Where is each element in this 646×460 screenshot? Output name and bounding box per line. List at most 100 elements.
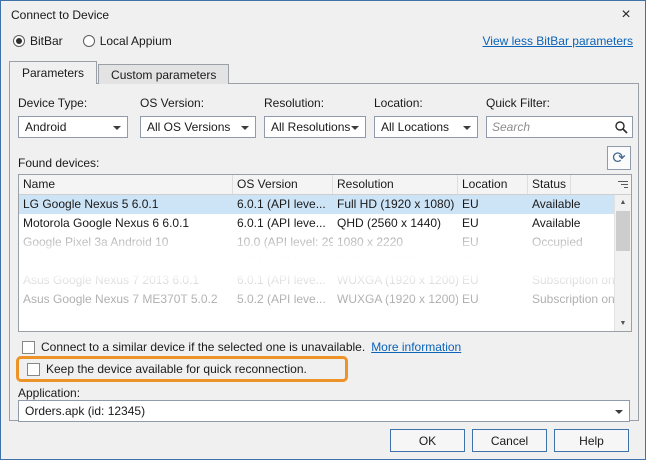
cell-name: Motorola Google Nexus 6 6.0.1 xyxy=(19,214,233,233)
table-row[interactable]: 6.0.1 (API leve...WUXGA (1920 x...EU xyxy=(19,252,631,271)
cell-location: EU xyxy=(458,252,528,271)
location-label: Location: xyxy=(374,96,478,110)
cancel-button[interactable]: Cancel xyxy=(472,429,547,452)
table-row[interactable]: Asus Google Nexus 7 ME370T 5.0.25.0.2 (A… xyxy=(19,290,631,309)
keep-device-label: Keep the device available for quick reco… xyxy=(46,362,307,376)
cell-location: EU xyxy=(458,195,528,214)
cell-resolution: Full HD (1920 x 1080) xyxy=(333,195,458,214)
device-table-body: LG Google Nexus 5 6.0.16.0.1 (API leve..… xyxy=(19,195,631,309)
filter-resolution: Resolution: All Resolutions xyxy=(264,96,366,138)
scroll-down-icon[interactable]: ▼ xyxy=(615,316,631,331)
dialog-buttons: OK Cancel Help xyxy=(390,429,629,452)
resolution-value: All Resolutions xyxy=(271,120,350,134)
column-header-os-version[interactable]: OS Version xyxy=(233,175,333,194)
device-type-dropdown[interactable]: Android xyxy=(18,116,128,138)
os-version-label: OS Version: xyxy=(140,96,256,110)
application-dropdown[interactable]: Orders.apk (id: 12345) xyxy=(18,400,630,422)
cell-resolution: QHD (2560 x 1440) xyxy=(333,214,458,233)
table-row[interactable]: LG Google Nexus 5 6.0.16.0.1 (API leve..… xyxy=(19,195,631,214)
search-icon[interactable] xyxy=(614,120,628,134)
help-button[interactable]: Help xyxy=(554,429,629,452)
table-row[interactable]: Google Pixel 3a Android 1010.0 (API leve… xyxy=(19,233,631,252)
quick-filter-box xyxy=(486,116,633,138)
scroll-up-icon[interactable]: ▲ xyxy=(615,195,631,210)
location-value: All Locations xyxy=(381,120,449,134)
quick-filter-input[interactable] xyxy=(487,120,614,134)
table-row[interactable]: Asus Google Nexus 7 2013 6.0.16.0.1 (API… xyxy=(19,271,631,290)
cell-status xyxy=(528,252,614,271)
cell-os: 6.0.1 (API leve... xyxy=(233,214,333,233)
cell-resolution: WUXGA (1920 x 1200) xyxy=(333,271,458,290)
device-table-header: Name OS Version Resolution Location Stat… xyxy=(19,175,631,195)
cell-status: Available xyxy=(528,195,614,214)
cell-location: EU xyxy=(458,290,528,309)
scrollbar-thumb[interactable] xyxy=(616,211,630,251)
cell-status: Occupied xyxy=(528,233,614,252)
dialog-title: Connect to Device xyxy=(11,8,109,22)
application-label: Application: xyxy=(18,386,80,400)
cell-os: 6.0.1 (API leve... xyxy=(233,195,333,214)
cell-os: 6.0.1 (API leve... xyxy=(233,271,333,290)
cell-name: Google Pixel 3a Android 10 xyxy=(19,233,233,252)
keep-device-option-highlighted: Keep the device available for quick reco… xyxy=(16,356,348,382)
filter-device-type: Device Type: Android xyxy=(18,96,128,138)
cell-resolution: WUXGA (1920 x... xyxy=(333,252,458,271)
refresh-icon: ⟳ xyxy=(612,148,625,168)
device-type-value: Android xyxy=(25,120,66,134)
column-header-location[interactable]: Location xyxy=(458,175,528,194)
similar-device-option: Connect to a similar device if the selec… xyxy=(22,339,461,355)
location-dropdown[interactable]: All Locations xyxy=(374,116,478,138)
sort-filter-icon[interactable] xyxy=(618,181,628,188)
device-type-label: Device Type: xyxy=(18,96,128,110)
cell-os: 5.0.2 (API leve... xyxy=(233,290,333,309)
cell-os: 10.0 (API level: 29) xyxy=(233,233,333,252)
tab-parameters[interactable]: Parameters xyxy=(9,61,97,84)
refresh-devices-button[interactable]: ⟳ xyxy=(607,146,631,170)
column-header-status[interactable]: Status xyxy=(528,175,571,194)
os-version-value: All OS Versions xyxy=(147,120,230,134)
filter-quick: Quick Filter: xyxy=(486,96,633,138)
radio-local-appium[interactable]: Local Appium xyxy=(83,34,172,48)
radio-circle-icon xyxy=(13,35,25,47)
cell-name xyxy=(19,252,233,271)
application-value: Orders.apk (id: 12345) xyxy=(25,404,145,418)
view-less-bitbar-parameters-link[interactable]: View less BitBar parameters xyxy=(482,34,633,48)
cell-status: Subscription only xyxy=(528,290,614,309)
keep-device-checkbox[interactable] xyxy=(27,363,40,376)
resolution-label: Resolution: xyxy=(264,96,366,110)
connect-to-device-dialog: Connect to Device × BitBar Local Appium … xyxy=(0,0,646,460)
filter-os-version: OS Version: All OS Versions xyxy=(140,96,256,138)
resolution-dropdown[interactable]: All Resolutions xyxy=(264,116,366,138)
quick-filter-label: Quick Filter: xyxy=(486,96,633,110)
title-bar: Connect to Device × xyxy=(1,1,645,29)
cell-name: LG Google Nexus 5 6.0.1 xyxy=(19,195,233,214)
cell-resolution: 1080 x 2220 xyxy=(333,233,458,252)
ok-button[interactable]: OK xyxy=(390,429,465,452)
similar-device-checkbox[interactable] xyxy=(22,341,35,354)
found-devices-label: Found devices: xyxy=(18,156,99,170)
cell-name: Asus Google Nexus 7 ME370T 5.0.2 xyxy=(19,290,233,309)
cell-location: EU xyxy=(458,233,528,252)
cell-status: Subscription only xyxy=(528,271,614,290)
column-header-resolution[interactable]: Resolution xyxy=(333,175,458,194)
os-version-dropdown[interactable]: All OS Versions xyxy=(140,116,256,138)
radio-bitbar[interactable]: BitBar xyxy=(13,34,63,48)
cell-resolution: WUXGA (1920 x 1200) xyxy=(333,290,458,309)
parameters-panel: Device Type: Android OS Version: All OS … xyxy=(9,83,639,421)
cell-location: EU xyxy=(458,214,528,233)
cell-status: Available xyxy=(528,214,614,233)
connection-mode-row: BitBar Local Appium View less BitBar par… xyxy=(13,30,633,52)
similar-device-label: Connect to a similar device if the selec… xyxy=(41,340,365,354)
table-row[interactable]: Motorola Google Nexus 6 6.0.16.0.1 (API … xyxy=(19,214,631,233)
column-header-name[interactable]: Name xyxy=(19,175,233,194)
close-icon[interactable]: × xyxy=(615,4,637,26)
cell-name: Asus Google Nexus 7 2013 6.0.1 xyxy=(19,271,233,290)
cell-location: EU xyxy=(458,271,528,290)
tab-strip: Parameters Custom parameters xyxy=(9,61,230,84)
radio-bitbar-label: BitBar xyxy=(30,34,63,48)
tab-custom-parameters[interactable]: Custom parameters xyxy=(98,64,229,84)
more-information-link[interactable]: More information xyxy=(371,340,461,354)
cell-os: 6.0.1 (API leve... xyxy=(233,252,333,271)
radio-circle-icon xyxy=(83,35,95,47)
table-scrollbar[interactable]: ▲ ▼ xyxy=(614,195,631,331)
